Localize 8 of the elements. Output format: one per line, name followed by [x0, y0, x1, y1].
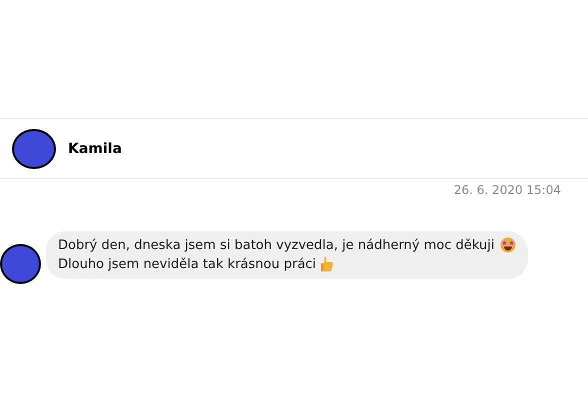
avatar [12, 128, 56, 168]
message-text: Dobrý den, dneska jsem si batoh vyzvedla, je nádherný moc děkuji [58, 238, 494, 252]
avatar [0, 244, 41, 284]
star-eyes-face-icon [500, 237, 516, 253]
contact-name: Kamila [68, 140, 122, 156]
thumbs-up-icon [321, 256, 334, 272]
message-text: Dlouho jsem neviděla tak krásnou práci [58, 256, 316, 272]
message-timestamp: 26. 6. 2020 15:04 [454, 183, 561, 197]
